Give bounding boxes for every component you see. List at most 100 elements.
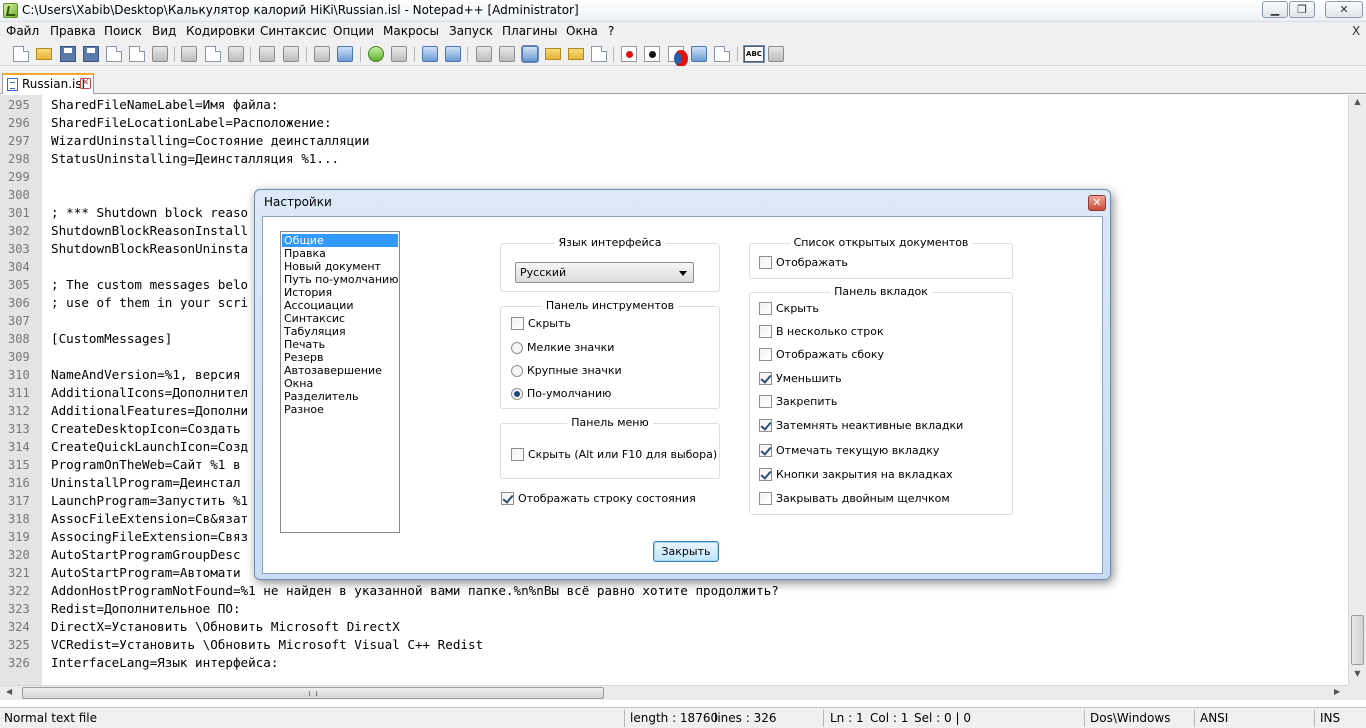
code-line[interactable]: 299: [0, 168, 1348, 186]
tabbar-option-checkbox[interactable]: Закрывать двойным щелчком: [759, 492, 950, 505]
code-line[interactable]: 324 DirectX=Установить \Обновить Microsof…: [0, 618, 1348, 636]
tabbar-option-checkbox[interactable]: Отображать сбоку: [759, 348, 884, 361]
large-icons-radio[interactable]: Крупные значки: [511, 364, 622, 377]
redo-icon[interactable]: [283, 46, 299, 62]
line-text[interactable]: ProgramOnTheWeb=Сайт %1 в: [51, 456, 241, 474]
checkbox-box[interactable]: [759, 302, 772, 315]
small-icons-radio[interactable]: Мелкие значки: [511, 341, 614, 354]
line-text[interactable]: CreateQuickLaunchIcon=Созд: [51, 438, 248, 456]
line-text[interactable]: SharedFileLocationLabel=Расположение:: [51, 114, 332, 132]
tab-russian-isl[interactable]: Russian.isl ✕: [2, 73, 94, 94]
window-close-button[interactable]: ✕: [1325, 1, 1363, 18]
code-line[interactable]: 298 StatusUninstalling=Деинсталляция %1..…: [0, 150, 1348, 168]
user-language-icon[interactable]: [545, 48, 561, 60]
checkbox-box-checked[interactable]: [759, 444, 772, 457]
checkbox-box-checked[interactable]: [501, 492, 514, 505]
checkbox-box[interactable]: [759, 395, 772, 408]
menu-encoding[interactable]: Кодировки: [186, 24, 255, 38]
category-item[interactable]: Ассоциации: [282, 299, 398, 312]
close-file-icon[interactable]: [106, 46, 122, 62]
tabbar-option-checkbox[interactable]: Отмечать текущую вкладку: [759, 444, 939, 457]
menu-view[interactable]: Вид: [152, 24, 176, 38]
doclist-show-checkbox[interactable]: Отображать: [759, 256, 848, 269]
function-list-icon[interactable]: [591, 46, 607, 62]
menu-windows[interactable]: Окна: [566, 24, 598, 38]
category-list[interactable]: Общие Правка Новый документ Путь по-умолчан…: [280, 231, 400, 533]
code-line[interactable]: 326 InterfaceLang=Язык интерфейса:: [0, 654, 1348, 672]
restore-button[interactable]: ❐: [1289, 1, 1315, 18]
line-text[interactable]: AutoStartProgram=Автомати: [51, 564, 241, 582]
category-item[interactable]: Разделитель: [282, 390, 398, 403]
checkbox-box-checked[interactable]: [759, 372, 772, 385]
save-all-icon[interactable]: [83, 46, 99, 62]
plugin-icon[interactable]: [768, 46, 784, 62]
menu-help[interactable]: ?: [608, 24, 614, 38]
line-text[interactable]: DirectX=Установить \Обновить Microsoft D…: [51, 618, 400, 636]
close-all-icon[interactable]: [129, 46, 145, 62]
line-text[interactable]: ; use of them in your scri: [51, 294, 248, 312]
doc-map-icon[interactable]: [568, 48, 584, 60]
category-item[interactable]: Печать: [282, 338, 398, 351]
line-text[interactable]: NameAndVersion=%1, версия: [51, 366, 241, 384]
code-line[interactable]: 325 VCRedist=Установить \Обновить Microso…: [0, 636, 1348, 654]
tabbar-option-checkbox[interactable]: Скрыть: [759, 302, 819, 315]
code-line[interactable]: 322 AddonHostProgramNotFound=%1 не найден…: [0, 582, 1348, 600]
scroll-up-icon[interactable]: ▲: [1349, 97, 1366, 109]
checkbox-box[interactable]: [511, 448, 524, 461]
show-all-chars-icon[interactable]: [499, 46, 515, 62]
category-item[interactable]: Табуляция: [282, 325, 398, 338]
line-text[interactable]: AutoStartProgramGroupDesc: [51, 546, 241, 564]
radio-circle[interactable]: [511, 364, 523, 377]
spell-check-icon[interactable]: ABC: [743, 45, 765, 63]
sync-vertical-icon[interactable]: [422, 46, 438, 62]
menu-macros[interactable]: Макросы: [383, 24, 439, 38]
checkbox-box-checked[interactable]: [759, 468, 772, 481]
checkbox-box[interactable]: [759, 492, 772, 505]
close-button[interactable]: Закрыть: [653, 541, 719, 562]
code-line[interactable]: 297 WizardUninstalling=Состояние деинстал…: [0, 132, 1348, 150]
line-text[interactable]: Redist=Дополнительное ПО:: [51, 600, 241, 618]
checkbox-box[interactable]: [511, 317, 524, 330]
minimize-button[interactable]: ▁: [1262, 1, 1288, 18]
new-file-icon[interactable]: [13, 46, 29, 62]
macro-save-icon[interactable]: [714, 46, 730, 62]
line-text[interactable]: AssocingFileExtension=Связ: [51, 528, 248, 546]
checkbox-box[interactable]: [759, 348, 772, 361]
code-line[interactable]: 296 SharedFileLocationLabel=Расположение:: [0, 114, 1348, 132]
menu-edit[interactable]: Правка: [50, 24, 96, 38]
toolbar-hide-checkbox[interactable]: Скрыть: [511, 317, 571, 330]
horizontal-scrollbar[interactable]: ◀ ▶: [0, 685, 1348, 700]
open-file-icon[interactable]: [36, 48, 52, 60]
menu-run[interactable]: Запуск: [449, 24, 493, 38]
line-text[interactable]: ; The custom messages belo: [51, 276, 248, 294]
scroll-left-icon[interactable]: ◀: [6, 687, 12, 696]
vertical-scrollbar[interactable]: ▲ ▼: [1348, 95, 1366, 685]
checkbox-box[interactable]: [759, 325, 772, 338]
radio-circle-checked[interactable]: [511, 387, 523, 400]
line-text[interactable]: ; *** Shutdown block reaso: [51, 204, 248, 222]
line-text[interactable]: SharedFileNameLabel=Имя файла:: [51, 96, 278, 114]
indent-guide-icon[interactable]: [521, 45, 539, 63]
line-text[interactable]: CreateDesktopIcon=Создать: [51, 420, 241, 438]
line-text[interactable]: AssocFileExtension=Св&язат: [51, 510, 248, 528]
category-item[interactable]: Правка: [282, 247, 398, 260]
zoom-in-icon[interactable]: [368, 46, 384, 62]
category-item[interactable]: Путь по-умолчанию: [282, 273, 398, 286]
line-text[interactable]: ShutdownBlockReasonInstall: [51, 222, 248, 240]
copy-icon[interactable]: [205, 46, 221, 62]
close-document-button[interactable]: X: [1352, 24, 1360, 38]
save-icon[interactable]: [60, 46, 76, 62]
line-text[interactable]: StatusUninstalling=Деинсталляция %1...: [51, 150, 339, 168]
line-text[interactable]: AddonHostProgramNotFound=%1 не найден в …: [51, 582, 779, 600]
checkbox-box[interactable]: [759, 256, 772, 269]
dialog-close-button[interactable]: ✕: [1088, 195, 1106, 211]
horizontal-scroll-thumb[interactable]: [22, 687, 604, 699]
find-icon[interactable]: [314, 46, 330, 62]
undo-icon[interactable]: [259, 46, 275, 62]
replace-icon[interactable]: [337, 46, 353, 62]
checkbox-box-checked[interactable]: [759, 419, 772, 432]
code-line[interactable]: 295 SharedFileNameLabel=Имя файла:: [0, 96, 1348, 114]
macro-record-icon[interactable]: [621, 46, 637, 62]
show-statusbar-checkbox[interactable]: Отображать строку состояния: [501, 492, 696, 505]
code-line[interactable]: 323 Redist=Дополнительное ПО:: [0, 600, 1348, 618]
